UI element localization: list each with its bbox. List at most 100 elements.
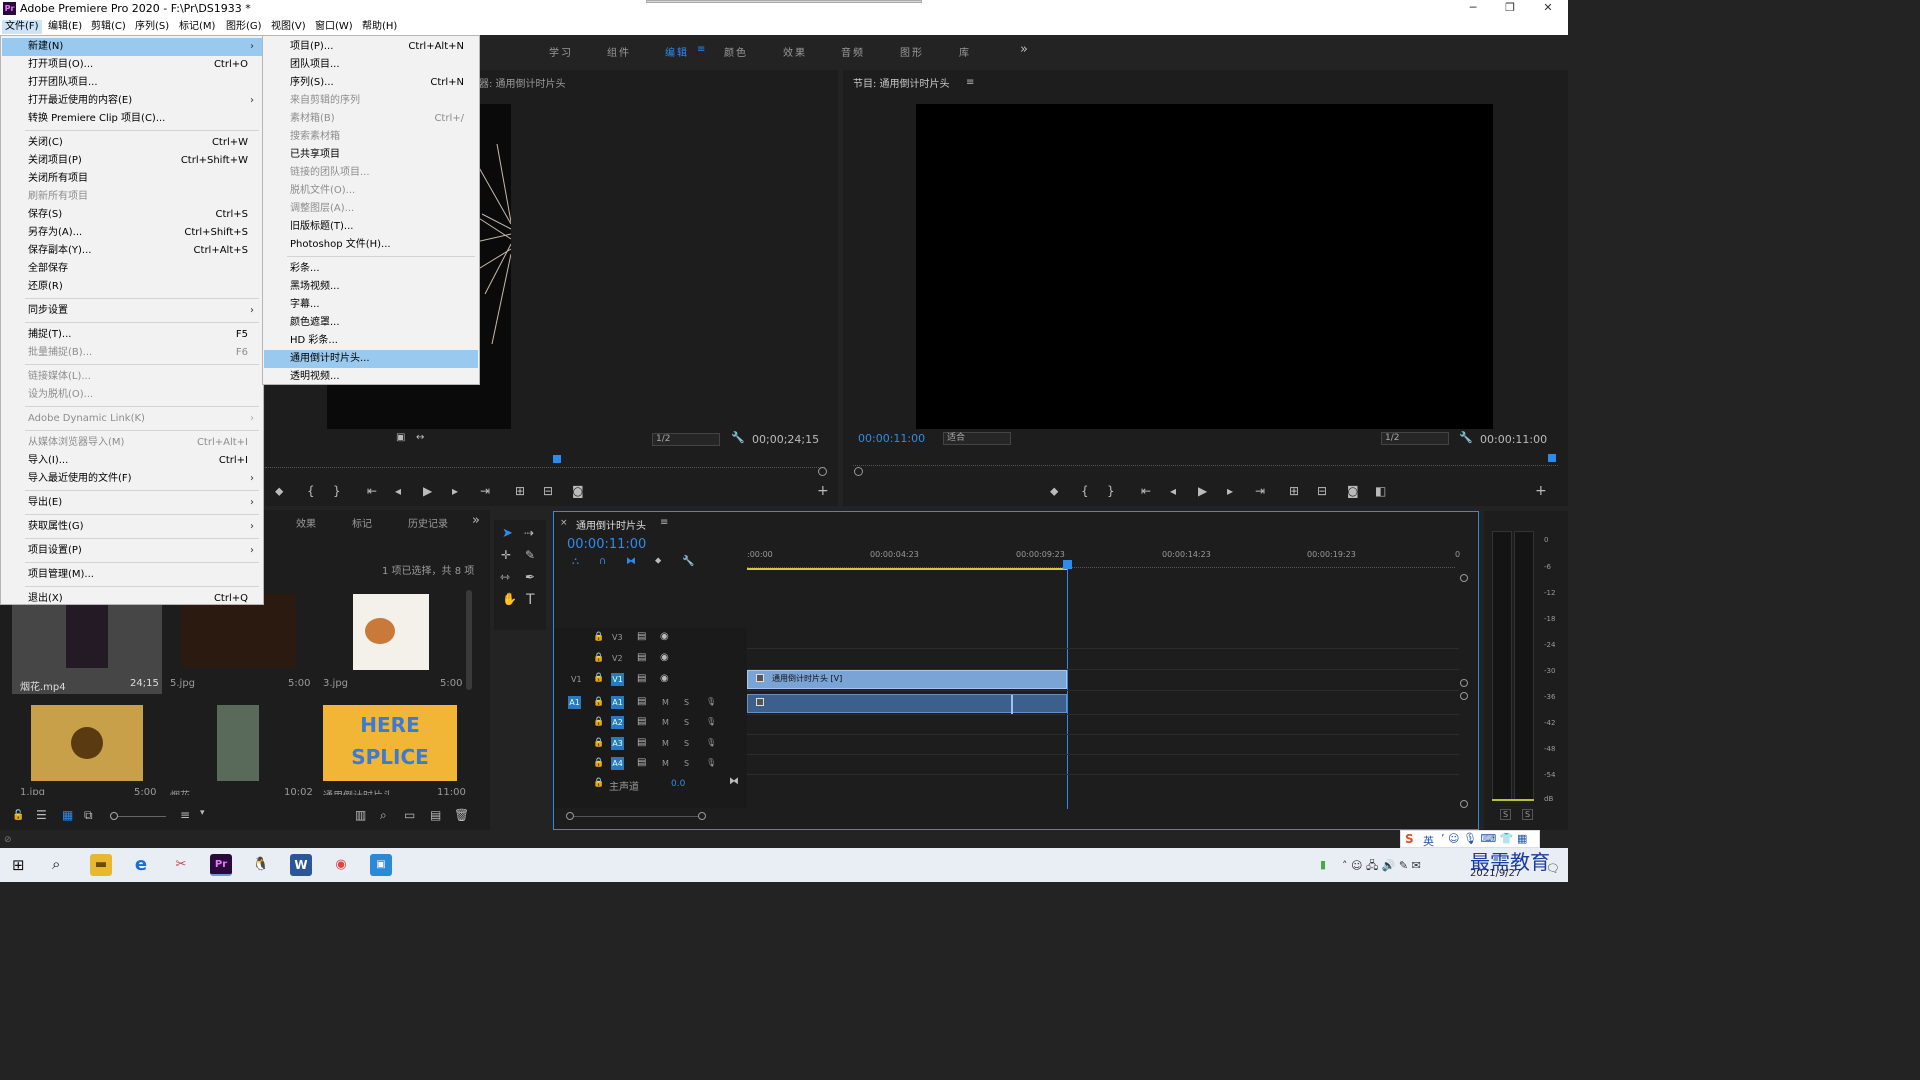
- lock-a1-icon[interactable]: 🔒: [593, 697, 604, 707]
- solo-a4[interactable]: S: [684, 759, 689, 768]
- start-icon[interactable]: ⊞: [12, 856, 25, 874]
- lock-v2-icon[interactable]: 🔒: [593, 653, 604, 663]
- file-menu-item[interactable]: 项目设置(P) ›: [2, 542, 262, 560]
- file-explorer-icon[interactable]: ▬: [90, 854, 112, 876]
- minimize-button[interactable]: ─: [1458, 1, 1488, 14]
- sync-lock-a1-icon[interactable]: ▤: [637, 696, 646, 707]
- new-submenu-item[interactable]: 通用倒计时片头...: [264, 350, 478, 368]
- source-go-out-icon[interactable]: ⇥: [480, 484, 490, 498]
- solo-left-button[interactable]: S: [1500, 809, 1512, 820]
- project-scrollbar[interactable]: [466, 590, 472, 690]
- sync-lock-a3-icon[interactable]: ▤: [637, 737, 646, 748]
- list-view-icon[interactable]: ☰: [36, 808, 47, 822]
- menu-view[interactable]: 视图(V): [268, 20, 309, 34]
- time-ruler[interactable]: :00:00 00:00:04:23 00:00:09:23 00:00:14:…: [747, 548, 1460, 568]
- workspace-libraries[interactable]: 库: [959, 44, 971, 59]
- zoom-right-handle[interactable]: [698, 812, 706, 820]
- new-submenu-item[interactable]: 黑场视频...: [264, 278, 478, 296]
- sync-lock-v2-icon[interactable]: ▤: [637, 652, 646, 663]
- sync-lock-a2-icon[interactable]: ▤: [637, 716, 646, 727]
- file-menu-item[interactable]: 关闭所有项目: [2, 170, 262, 188]
- toggle-output-v2-icon[interactable]: ◉: [660, 652, 669, 663]
- program-step-forward-icon[interactable]: ▸: [1227, 484, 1233, 498]
- nest-icon[interactable]: ⛬: [572, 556, 579, 567]
- timeline-menu-icon[interactable]: ≡: [660, 517, 668, 528]
- file-menu-item[interactable]: 关闭(C) Ctrl+W: [2, 134, 262, 152]
- mute-a1[interactable]: M: [662, 698, 669, 707]
- new-submenu-item[interactable]: HD 彩条...: [264, 332, 478, 350]
- audio-clip-a1[interactable]: [747, 694, 1067, 714]
- menu-file[interactable]: 文件(F): [2, 20, 42, 34]
- horizontal-zoom-bar[interactable]: [566, 812, 706, 820]
- file-menu-item[interactable]: 打开项目(O)... Ctrl+O: [2, 56, 262, 74]
- new-submenu-item[interactable]: 彩条...: [264, 260, 478, 278]
- new-submenu-item[interactable]: 序列(S)... Ctrl+N: [264, 74, 478, 92]
- sync-lock-v3-icon[interactable]: ▤: [637, 631, 646, 642]
- mute-a3[interactable]: M: [662, 739, 669, 748]
- lock-a2-icon[interactable]: 🔒: [593, 717, 604, 727]
- track-target-a1[interactable]: A1: [611, 696, 624, 709]
- voiceover-a2-icon[interactable]: 🎙: [706, 717, 716, 726]
- file-menu-item[interactable]: 项目管理(M)...: [2, 566, 262, 584]
- audio-zoom-bottom-handle[interactable]: [1460, 800, 1468, 808]
- source-mark-in-icon[interactable]: {: [307, 484, 315, 498]
- file-menu-item[interactable]: 同步设置 ›: [2, 302, 262, 320]
- workspace-effects[interactable]: 效果: [783, 44, 807, 59]
- safe-margins-icon[interactable]: ▣: [396, 432, 405, 443]
- automate-sequence-icon[interactable]: ▥: [355, 808, 366, 822]
- app-window-icon[interactable]: ▣: [370, 854, 392, 876]
- menu-graphics[interactable]: 图形(G): [223, 20, 265, 34]
- sync-lock-v1-icon[interactable]: ▤: [637, 673, 646, 684]
- track-target-v1[interactable]: V1: [611, 673, 624, 686]
- extract-button-icon[interactable]: ⊟: [1317, 484, 1327, 498]
- solo-a3[interactable]: S: [684, 739, 689, 748]
- tab-markers[interactable]: 标记: [352, 515, 372, 530]
- project-item[interactable]: 1.jpg 5:00: [12, 705, 162, 797]
- file-menu-item[interactable]: 获取属性(G) ›: [2, 518, 262, 536]
- file-menu-item[interactable]: 捕捉(T)... F5: [2, 326, 262, 344]
- lock-master-icon[interactable]: 🔒: [593, 778, 604, 788]
- edge-icon[interactable]: e: [130, 854, 152, 876]
- tab-effects[interactable]: 效果: [296, 515, 316, 530]
- mute-a4[interactable]: M: [662, 759, 669, 768]
- menu-help[interactable]: 帮助(H): [359, 20, 400, 34]
- lock-v1-icon[interactable]: 🔒: [593, 673, 604, 683]
- source-scrubber[interactable]: [265, 458, 825, 468]
- go-to-end-icon[interactable]: ⧓: [729, 776, 739, 787]
- source-go-in-icon[interactable]: ⇤: [367, 484, 377, 498]
- file-menu-item[interactable]: 打开团队项目...: [2, 74, 262, 92]
- solo-a2[interactable]: S: [684, 718, 689, 727]
- file-menu-item[interactable]: 保存副本(Y)... Ctrl+Alt+S: [2, 242, 262, 260]
- word-icon[interactable]: W: [290, 854, 312, 876]
- source-export-frame-icon[interactable]: ◙: [572, 484, 584, 498]
- close-tab-icon[interactable]: ×: [560, 518, 568, 528]
- source-monitor-title[interactable]: 器: 通用倒计时片头: [479, 75, 566, 90]
- workspace-color[interactable]: 颜色: [724, 44, 748, 59]
- toggle-output-v1-icon[interactable]: ◉: [660, 673, 669, 684]
- comparison-view-icon[interactable]: ◧: [1375, 484, 1386, 498]
- new-submenu-item[interactable]: 项目(P)... Ctrl+Alt+N: [264, 38, 478, 56]
- master-volume[interactable]: 0.0: [671, 779, 685, 789]
- taskbar-date[interactable]: 2021/9/27: [1470, 868, 1521, 879]
- lift-button-icon[interactable]: ⊞: [1289, 484, 1299, 498]
- source-mark-out-icon[interactable]: }: [333, 484, 341, 498]
- program-zoom-handle[interactable]: [854, 467, 863, 476]
- program-current-time[interactable]: 00:00:11:00: [858, 432, 925, 445]
- work-area-bar[interactable]: [747, 568, 1067, 570]
- timeline-timecode[interactable]: 00:00:11:00: [567, 537, 646, 552]
- selection-tool-icon[interactable]: ➤: [502, 526, 513, 541]
- project-item[interactable]: 烟花 10:02: [170, 705, 313, 797]
- program-play-icon[interactable]: ▶: [1198, 484, 1207, 498]
- razor-tool-icon[interactable]: ✎: [525, 548, 535, 562]
- track-target-a2[interactable]: A2: [611, 716, 624, 729]
- trash-icon[interactable]: 🗑: [454, 808, 469, 822]
- qq-icon[interactable]: 🐧: [250, 854, 272, 876]
- source-zoom-handle[interactable]: [818, 467, 827, 476]
- zoom-slider-handle[interactable]: [110, 812, 118, 820]
- workspace-graphics[interactable]: 图形: [900, 44, 924, 59]
- lock-a3-icon[interactable]: 🔒: [593, 738, 604, 748]
- timeline-tab[interactable]: 通用倒计时片头: [576, 517, 646, 532]
- find-icon[interactable]: ⌕: [380, 808, 387, 823]
- tab-history[interactable]: 历史记录: [408, 515, 448, 530]
- project-item-selected[interactable]: 烟花.mp4 24;15: [12, 594, 162, 694]
